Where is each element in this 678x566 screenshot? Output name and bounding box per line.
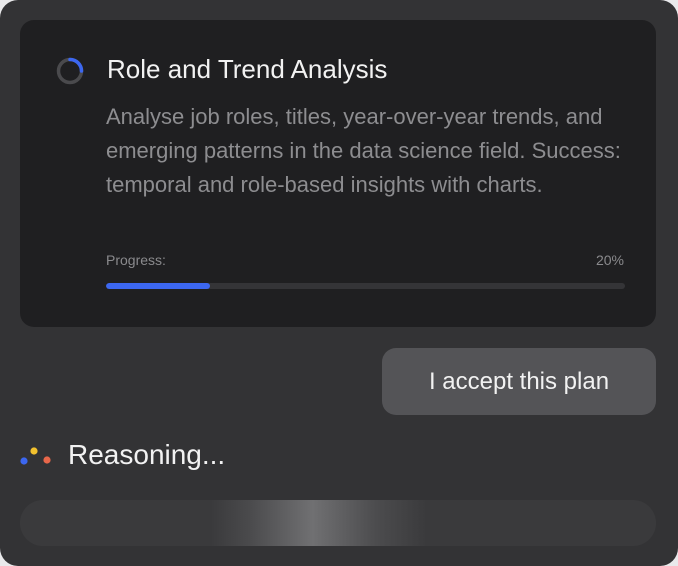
reasoning-dots-icon [20, 447, 51, 465]
loading-placeholder [20, 500, 656, 546]
accept-plan-button[interactable]: I accept this plan [382, 348, 656, 415]
spinner-icon [56, 57, 84, 85]
progress-value: 20% [595, 252, 624, 268]
task-title: Role and Trend Analysis [107, 54, 388, 84]
task-description: Analyse job roles, titles, year-over-yea… [106, 104, 621, 197]
chat-panel: Role and Trend Analysis Analyse job role… [0, 0, 678, 566]
reasoning-label: Reasoning... [68, 439, 226, 470]
progress-bar [106, 283, 625, 289]
task-card: Role and Trend Analysis Analyse job role… [20, 20, 656, 327]
progress-bar-fill [106, 283, 210, 289]
progress-label: Progress: [106, 252, 166, 268]
